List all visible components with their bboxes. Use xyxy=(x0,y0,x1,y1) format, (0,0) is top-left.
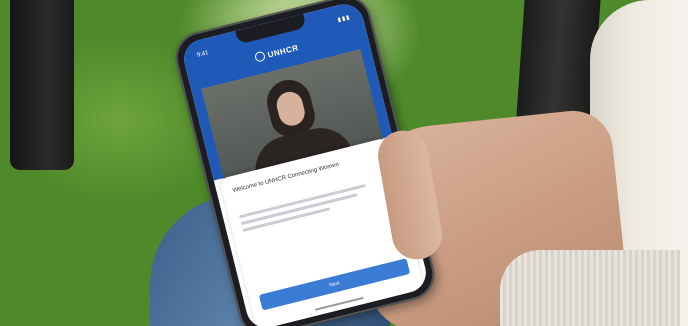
sweater-sleeve xyxy=(500,250,680,326)
chair-leg-left xyxy=(10,0,74,170)
card-text-line xyxy=(240,193,358,226)
photo: 9:41 ▮▮▮ UNHCR Welcome to UNHCR Connecti… xyxy=(0,0,688,326)
